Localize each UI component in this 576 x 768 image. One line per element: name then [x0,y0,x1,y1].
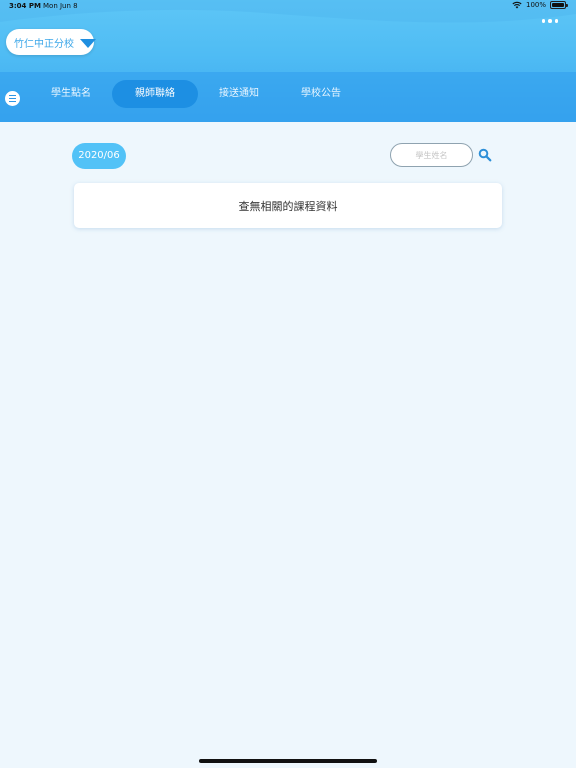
tab-school-announcements[interactable]: 學校公告 [290,80,352,108]
wifi-icon [512,1,522,9]
tab-parent-teacher-contact[interactable]: 親師聯絡 [112,80,198,108]
more-dots-icon[interactable] [541,19,558,23]
home-indicator[interactable] [199,759,377,763]
school-selector[interactable]: 竹仁中正分校 [6,29,96,55]
tab-student-rollcall[interactable]: 學生點名 [40,80,102,108]
dropdown-triangle-icon [80,39,96,48]
empty-result-card: 查無相關的課程資料 [74,183,502,228]
magnifier-icon[interactable] [478,148,492,162]
status-date: Mon Jun 8 [43,2,78,10]
student-name-search-input[interactable] [390,143,473,167]
nav-bar: 學生點名 親師聯絡 接送通知 學校公告 [0,73,576,122]
month-selector[interactable]: 2020/06 [72,143,126,169]
battery-percent: 100% [525,1,546,9]
school-name: 竹仁中正分校 [14,39,74,50]
battery-icon [550,1,568,9]
hamburger-menu-icon[interactable] [5,91,20,106]
status-time: 3:04 PM [9,2,41,10]
tab-pickup-notice[interactable]: 接送通知 [208,80,270,108]
status-bar: 3:04 PM Mon Jun 8 100% [0,0,576,14]
status-indicators: 100% [512,1,568,9]
app-header: 3:04 PM Mon Jun 8 100% 竹仁中正分校 學生點名 親師聯絡 … [0,0,576,122]
empty-message: 查無相關的課程資料 [238,199,338,213]
